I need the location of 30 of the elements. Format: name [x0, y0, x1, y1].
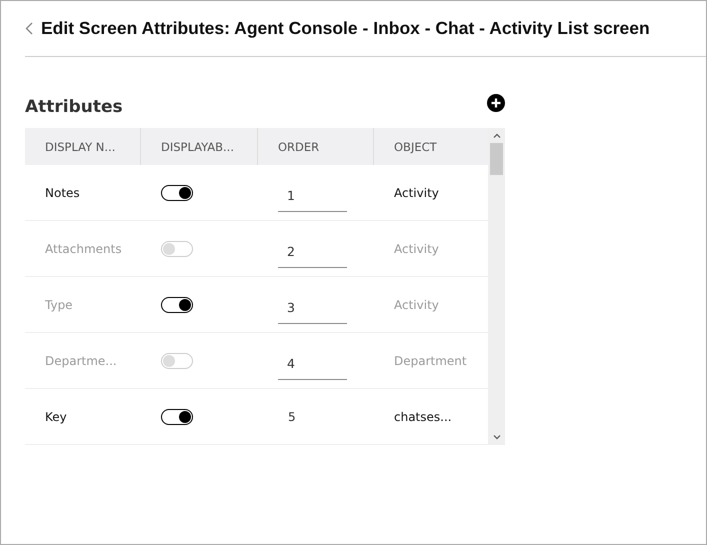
attribute-name: Notes — [45, 186, 80, 200]
order-field[interactable]: 3 — [278, 296, 347, 324]
section-title: Attributes — [25, 97, 123, 117]
object-name: Activity — [394, 242, 439, 256]
column-header[interactable]: DISPLAY N... — [25, 128, 141, 165]
object-name: chatses... — [394, 410, 452, 424]
toggle-switch[interactable] — [161, 184, 193, 200]
order-field[interactable]: 4 — [278, 352, 347, 380]
column-header[interactable]: ORDER — [258, 128, 374, 165]
scrollbar[interactable] — [488, 128, 505, 445]
attribute-name: Attachments — [45, 242, 122, 256]
object-name: Activity — [394, 298, 439, 312]
object-name: Activity — [394, 186, 439, 200]
toggle-switch[interactable] — [161, 296, 193, 312]
add-icon[interactable] — [487, 94, 505, 112]
column-header[interactable]: DISPLAYAB... — [141, 128, 258, 165]
scroll-up-icon[interactable] — [492, 133, 500, 138]
object-name: Department — [394, 354, 467, 368]
page-title: Edit Screen Attributes: Agent Console - Inbox - Chat - Activity List screen — [41, 18, 650, 39]
column-header[interactable]: OBJECT — [374, 128, 488, 165]
order-field[interactable]: 2 — [278, 240, 347, 268]
attribute-name: Departme... — [45, 354, 117, 368]
toggle-switch[interactable] — [161, 408, 193, 424]
order-field[interactable]: 1 — [278, 184, 347, 212]
order-value: 5 — [287, 410, 296, 424]
attribute-name: Key — [45, 410, 67, 424]
back-chevron-icon[interactable] — [25, 22, 33, 35]
scrollbar-thumb[interactable] — [490, 143, 503, 175]
scroll-down-icon[interactable] — [492, 435, 500, 440]
attribute-name: Type — [45, 298, 73, 312]
